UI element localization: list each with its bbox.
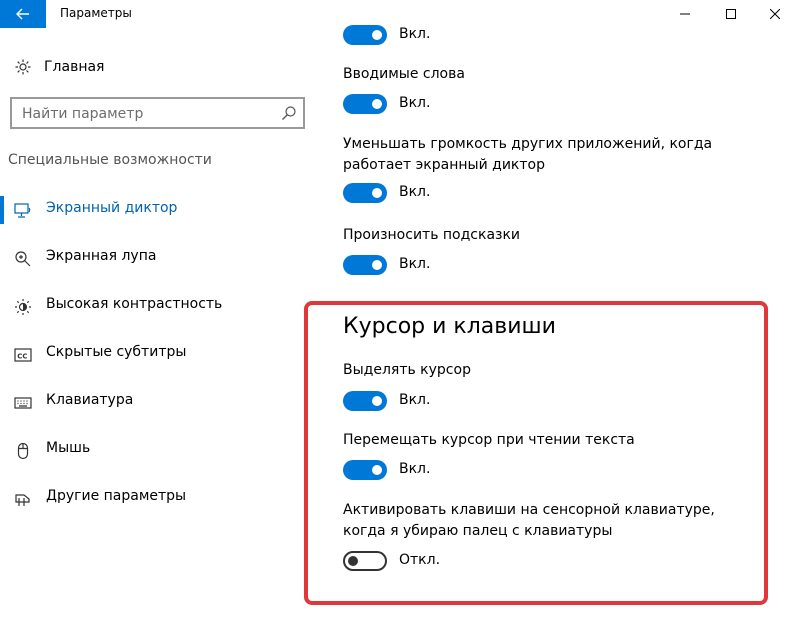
sidebar-item-narrator[interactable]: Экранный диктор <box>0 192 320 228</box>
toggle-knob <box>372 260 382 270</box>
toggle-switch[interactable] <box>343 94 387 114</box>
setting-label: Выделять курсор <box>343 362 471 378</box>
home-label: Главная <box>44 59 105 75</box>
search-input[interactable] <box>22 104 262 124</box>
toggle-state-label: Вкл. <box>399 392 431 408</box>
sidebar-item-label: Высокая контрастность <box>46 296 223 312</box>
toggle-state-label: Вкл. <box>399 26 431 42</box>
other-options-icon <box>15 494 30 506</box>
toggle-knob <box>372 30 382 40</box>
sidebar-item-label: Клавиатура <box>46 392 134 408</box>
gear-icon <box>15 59 31 75</box>
toggle-knob <box>348 556 358 566</box>
sidebar-item-label: Мышь <box>46 440 91 456</box>
section-label: Специальные возможности <box>8 152 212 168</box>
sidebar-item-label: Скрытые субтитры <box>46 344 187 360</box>
toggle-switch[interactable] <box>343 391 387 411</box>
keyboard-icon <box>14 397 32 409</box>
svg-text:CC: CC <box>17 353 27 361</box>
back-arrow-icon <box>16 8 29 20</box>
sidebar-item-keyboard[interactable]: Клавиатура <box>0 384 320 420</box>
mouse-icon <box>17 442 29 460</box>
toggle-state-label: Вкл. <box>399 461 431 477</box>
sidebar-item-high-contrast[interactable]: Высокая контрастность <box>0 288 320 324</box>
toggle-switch[interactable] <box>343 255 387 275</box>
toggle-switch[interactable] <box>343 460 387 480</box>
contrast-icon <box>15 299 31 315</box>
section-heading: Курсор и клавиши <box>343 314 556 339</box>
settings-content: Вкл. Вводимые слова Вкл. Уменьшать громк… <box>343 0 783 628</box>
setting-label: Перемещать курсор при чтении текста <box>343 432 635 448</box>
toggle-switch[interactable] <box>343 183 387 203</box>
window-title: Параметры <box>60 6 132 20</box>
sidebar-item-mouse[interactable]: Мышь <box>0 432 320 468</box>
selection-indicator <box>0 196 4 224</box>
toggle-switch[interactable] <box>343 25 387 45</box>
sidebar-item-magnifier[interactable]: Экранная лупа <box>0 240 320 276</box>
setting-label: Вводимые слова <box>343 66 465 82</box>
toggle-switch[interactable] <box>343 551 387 571</box>
toggle-state-label: Вкл. <box>399 95 431 111</box>
toggle-knob <box>372 99 382 109</box>
toggle-knob <box>372 188 382 198</box>
sidebar-item-other-options[interactable]: Другие параметры <box>0 480 320 516</box>
captions-icon: CC <box>14 348 32 362</box>
narrator-icon <box>14 203 31 218</box>
toggle-state-label: Откл. <box>399 552 441 568</box>
magnifier-icon <box>15 251 31 267</box>
sidebar-item-label: Экранный диктор <box>46 200 178 216</box>
search-icon[interactable] <box>281 105 297 121</box>
toggle-knob <box>372 465 382 475</box>
back-button[interactable] <box>0 0 46 28</box>
toggle-state-label: Вкл. <box>399 256 431 272</box>
sidebar: Главная Специальные возможности Экранный… <box>0 28 320 628</box>
setting-label: Активировать клавиши на сенсорной клавиа… <box>343 502 715 539</box>
sidebar-item-label: Другие параметры <box>46 488 187 504</box>
setting-label: Уменьшать громкость других приложений, к… <box>343 136 713 173</box>
sidebar-item-captions[interactable]: CC Скрытые субтитры <box>0 336 320 372</box>
sidebar-item-label: Экранная лупа <box>46 248 157 264</box>
home-link[interactable]: Главная <box>14 56 104 78</box>
search-box[interactable] <box>10 97 305 129</box>
setting-label: Произносить подсказки <box>343 227 521 243</box>
toggle-state-label: Вкл. <box>399 184 431 200</box>
toggle-knob <box>372 396 382 406</box>
